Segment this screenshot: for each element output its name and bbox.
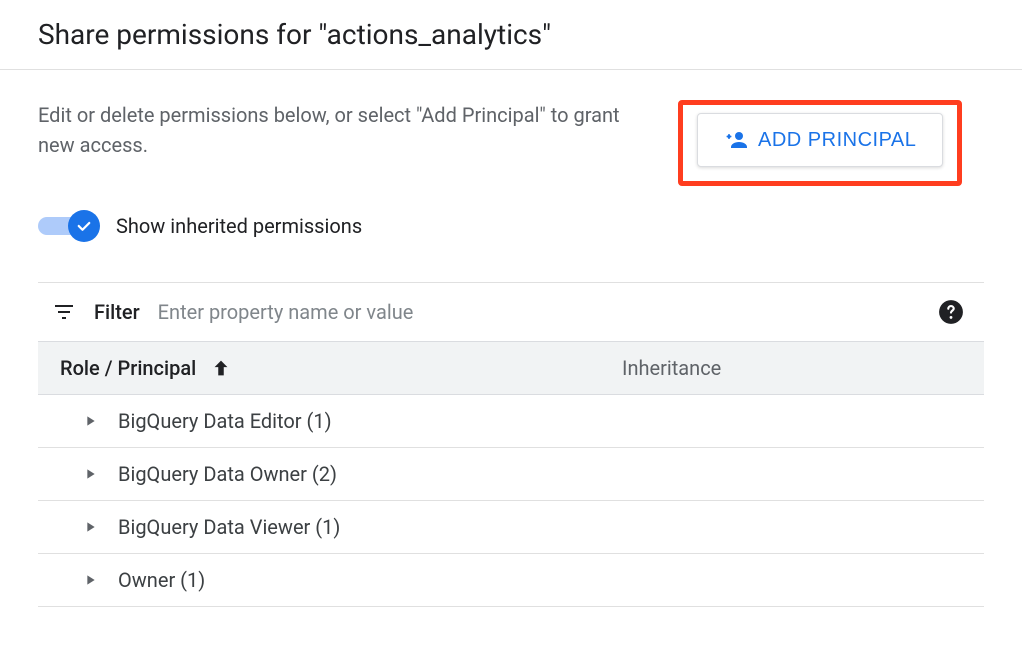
- column-inheritance[interactable]: Inheritance: [622, 356, 962, 380]
- table-row[interactable]: BigQuery Data Viewer (1): [38, 501, 984, 554]
- row-label: BigQuery Data Owner (2): [118, 462, 337, 486]
- row-label: Owner (1): [118, 568, 205, 592]
- chevron-right-icon: [82, 466, 98, 482]
- toggle-thumb: [68, 210, 100, 242]
- page-title: Share permissions for "actions_analytics…: [38, 18, 984, 51]
- table-row[interactable]: Owner (1): [38, 554, 984, 607]
- chevron-right-icon: [82, 519, 98, 535]
- filter-bar: Filter: [38, 282, 984, 341]
- arrow-up-icon: [210, 357, 232, 379]
- chevron-right-icon: [82, 572, 98, 588]
- row-label: BigQuery Data Editor (1): [118, 409, 332, 433]
- column-role-label: Role / Principal: [60, 356, 196, 380]
- add-principal-button[interactable]: ADD PRINCIPAL: [697, 113, 943, 167]
- table-row[interactable]: BigQuery Data Owner (2): [38, 448, 984, 501]
- row-label: BigQuery Data Viewer (1): [118, 515, 340, 539]
- filter-icon: [52, 300, 76, 324]
- add-person-icon: [724, 128, 748, 152]
- filter-label: Filter: [94, 300, 140, 324]
- help-icon[interactable]: [938, 299, 964, 325]
- table-header: Role / Principal Inheritance: [38, 341, 984, 395]
- description-text: Edit or delete permissions below, or sel…: [38, 100, 658, 160]
- check-icon: [75, 217, 93, 235]
- filter-input[interactable]: [158, 300, 920, 324]
- add-principal-highlight: ADD PRINCIPAL: [678, 100, 962, 186]
- table-row[interactable]: BigQuery Data Editor (1): [38, 395, 984, 448]
- chevron-right-icon: [82, 413, 98, 429]
- column-role-principal[interactable]: Role / Principal: [60, 356, 622, 380]
- inherited-permissions-toggle[interactable]: [38, 210, 100, 242]
- toggle-label: Show inherited permissions: [116, 214, 362, 238]
- add-principal-label: ADD PRINCIPAL: [758, 129, 916, 152]
